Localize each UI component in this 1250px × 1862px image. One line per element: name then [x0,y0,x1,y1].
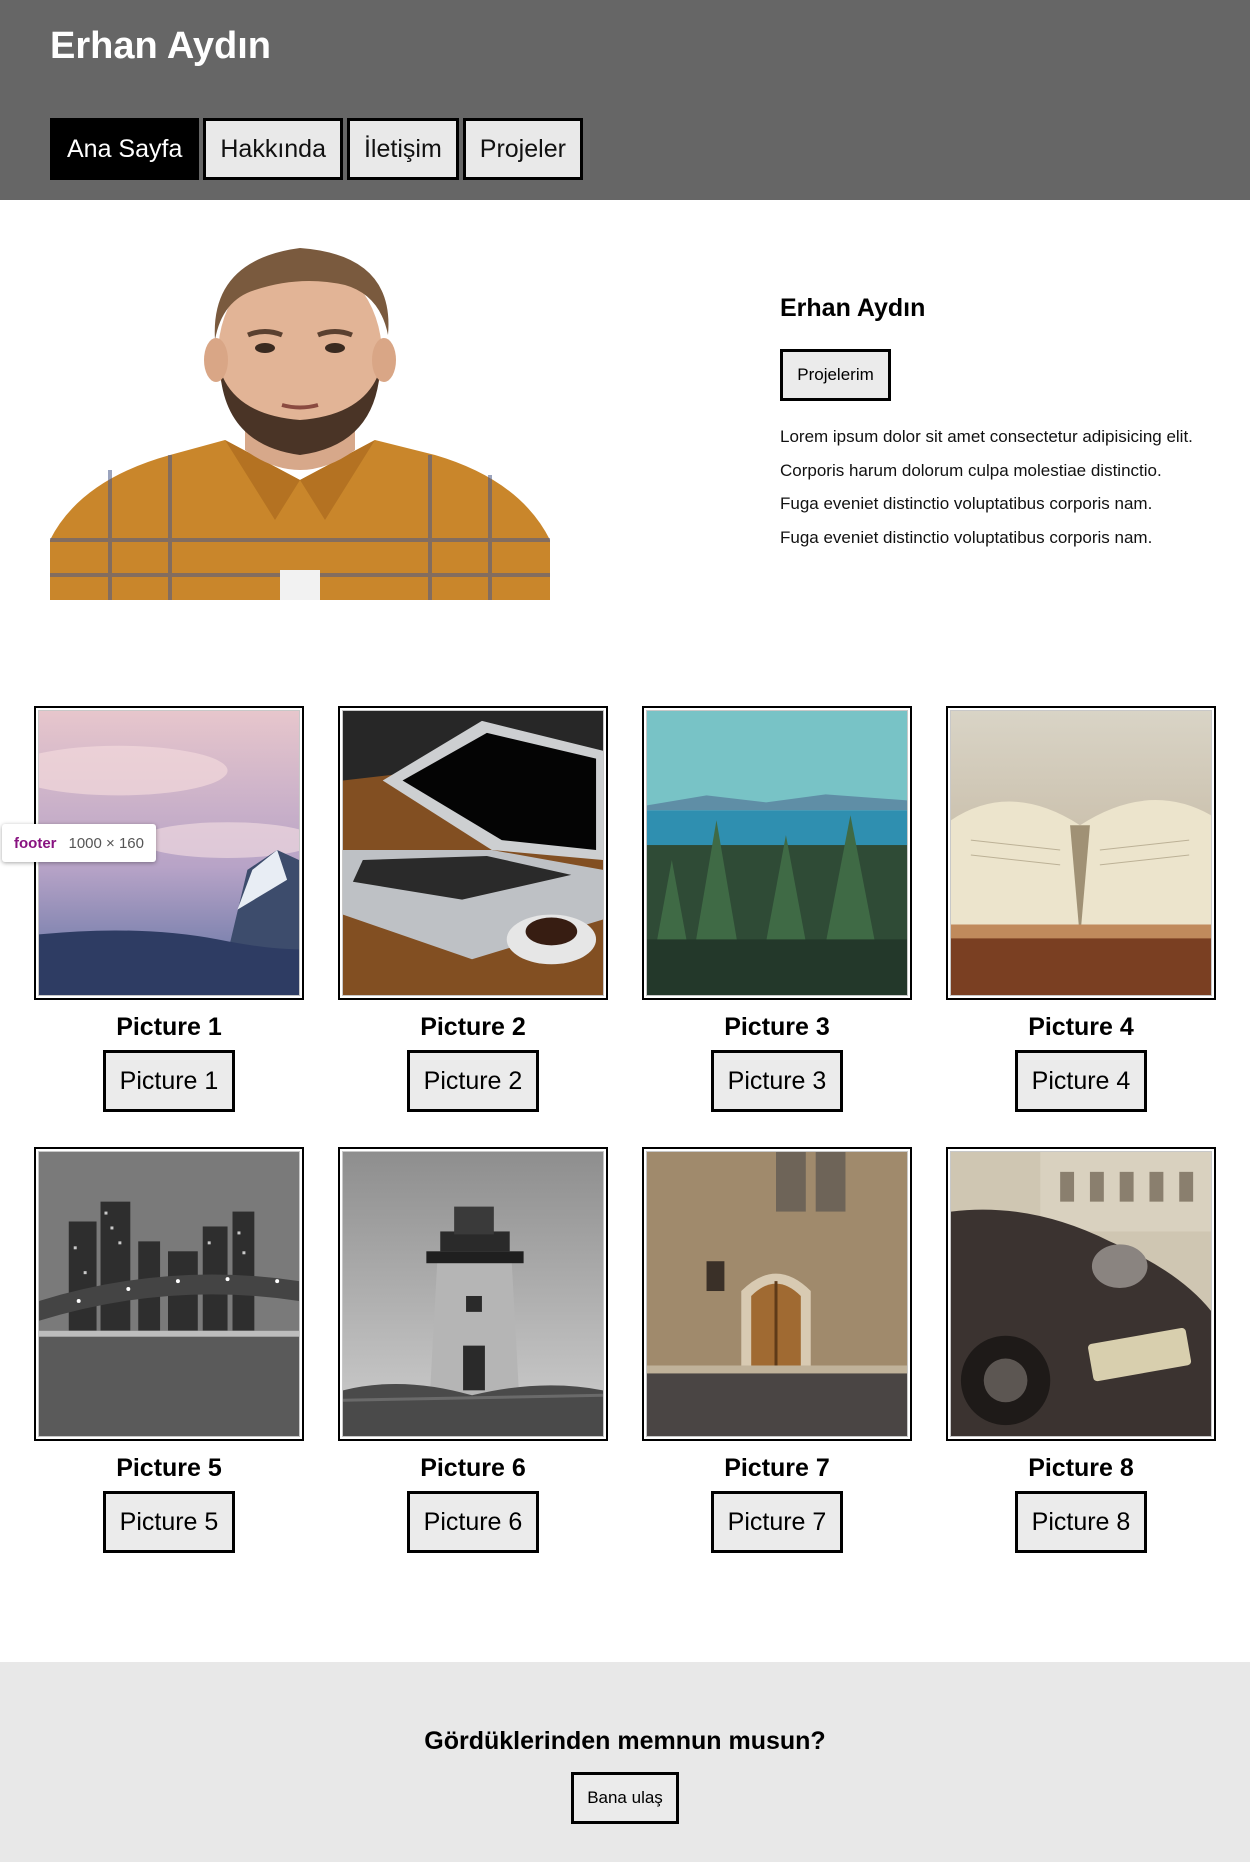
hero-line: Fuga eveniet distinctio voluptatibus cor… [780,527,1153,547]
picture-title: Picture 2 [420,1013,526,1041]
hero-description: Lorem ipsum dolor sit amet consectetur a… [780,420,1220,554]
picture-3-image [642,706,912,1000]
nav-item-ana-sayfa[interactable]: Ana Sayfa [50,118,200,180]
hero-line: Fuga eveniet distinctio voluptatibus cor… [780,494,1153,513]
picture-5-image [34,1147,304,1441]
nav-item-hakkinda[interactable]: Hakkında [203,118,343,180]
picture-4-image [946,706,1216,1000]
site-title: Erhan Aydın [50,25,271,67]
picture-title: Picture 4 [1028,1013,1134,1041]
gallery-card-5: Picture 5 Picture 5 [34,1147,304,1553]
picture-2-image [338,706,608,1000]
profile-photo [50,240,550,600]
gallery-card-8: Picture 8 Picture 8 [946,1147,1216,1553]
projects-button[interactable]: Projelerim [780,349,891,401]
picture-6-button[interactable]: Picture 6 [407,1491,539,1553]
nav-item-projeler[interactable]: Projeler [462,118,583,180]
picture-1-button[interactable]: Picture 1 [103,1050,235,1112]
hero-name: Erhan Aydın [780,294,926,322]
gallery-card-4: Picture 4 Picture 4 [946,706,1216,1112]
devtools-element-tooltip: footer 1000 × 160 [2,824,156,862]
picture-title: Picture 1 [116,1013,222,1041]
picture-title: Picture 8 [1028,1454,1134,1482]
footer-title: Gördüklerinden memnun musun? [424,1727,826,1755]
picture-title: Picture 5 [116,1454,222,1482]
picture-8-image [946,1147,1216,1441]
picture-title: Picture 3 [724,1013,830,1041]
picture-7-button[interactable]: Picture 7 [711,1491,843,1553]
nav-item-iletisim[interactable]: İletişim [346,118,459,180]
gallery-card-1: Picture 1 Picture 1 [34,706,304,1112]
gallery-card-2: Picture 2 Picture 2 [338,706,608,1112]
tooltip-dimensions: 1000 × 160 [68,834,145,852]
gallery-card-6: Picture 6 Picture 6 [338,1147,608,1553]
picture-5-button[interactable]: Picture 5 [103,1491,235,1553]
hero-line: Lorem ipsum dolor sit amet consectetur a… [780,427,1193,446]
picture-2-button[interactable]: Picture 2 [407,1050,539,1112]
picture-8-button[interactable]: Picture 8 [1015,1491,1147,1553]
picture-7-image [642,1147,912,1441]
site-footer: Gördüklerinden memnun musun? Bana ulaş [0,1662,1250,1862]
picture-title: Picture 7 [724,1454,830,1482]
gallery-card-3: Picture 3 Picture 3 [642,706,912,1112]
hero-line: Corporis harum dolorum culpa molestiae d… [780,460,1162,480]
tooltip-tag-name: footer [14,834,57,852]
picture-3-button[interactable]: Picture 3 [711,1050,843,1112]
picture-4-button[interactable]: Picture 4 [1015,1050,1147,1112]
main-nav: Ana Sayfa Hakkında İletişim Projeler [50,118,587,180]
gallery-card-7: Picture 7 Picture 7 [642,1147,912,1553]
contact-me-button[interactable]: Bana ulaş [571,1772,679,1824]
site-header: Erhan Aydın Ana Sayfa Hakkında İletişim … [0,0,1250,200]
picture-title: Picture 6 [420,1454,526,1482]
picture-6-image [338,1147,608,1441]
